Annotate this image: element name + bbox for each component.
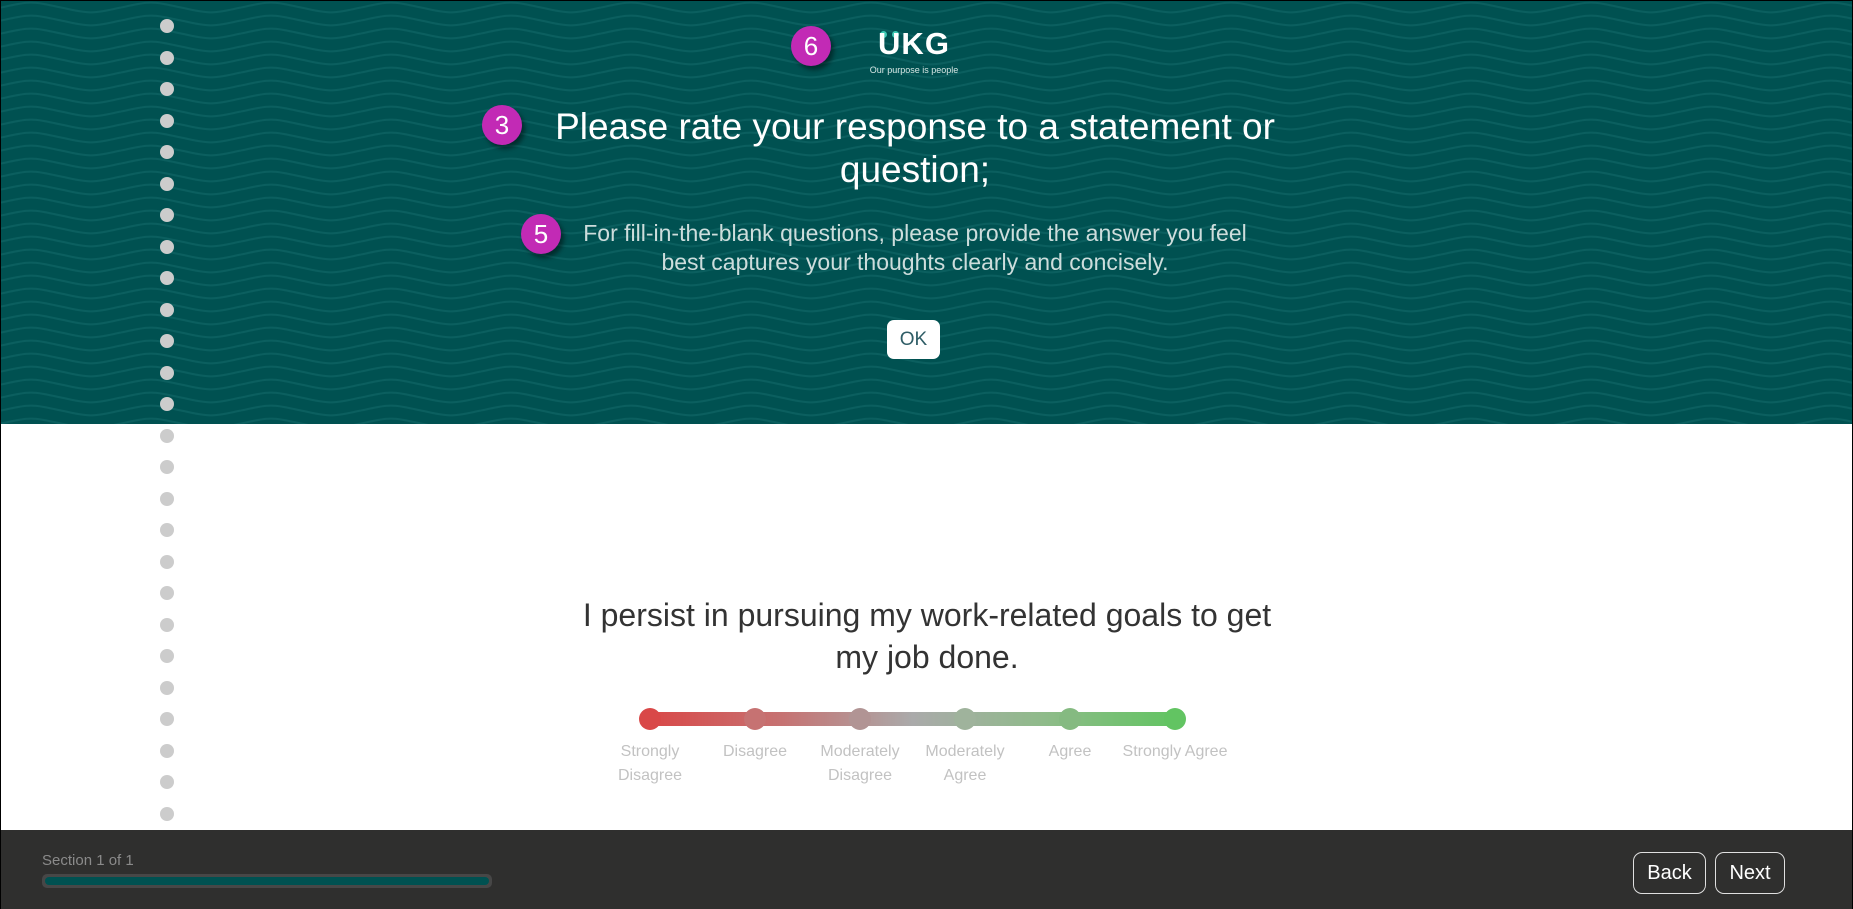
rail-dot — [160, 397, 174, 411]
rail-dot — [160, 271, 174, 285]
rail-dot — [160, 50, 174, 65]
rail-dot — [160, 176, 174, 191]
section-label: Section 1 of 1 — [42, 852, 134, 869]
ok-button[interactable]: OK — [887, 320, 940, 359]
rating-option-label: Strongly Agree — [1122, 743, 1228, 760]
rating-option-label: Moderately Disagree — [820, 743, 900, 784]
rail-dot — [160, 302, 174, 317]
logo-tagline: Our purpose is people — [869, 65, 959, 75]
rail-dot — [160, 680, 174, 695]
rail-dot — [160, 113, 174, 128]
rail-dot — [160, 82, 174, 96]
rail-dot — [160, 649, 174, 663]
rail-dot — [160, 145, 174, 159]
intro-title: Please rate your response to a statement… — [555, 106, 1275, 190]
rating-scale-track — [650, 712, 1175, 726]
rating-option-label: Agree — [1048, 743, 1092, 760]
back-button[interactable]: Back — [1633, 852, 1706, 894]
rail-dot — [160, 491, 174, 506]
question-progress-rail — [1, 1, 174, 821]
section-progress-bar — [42, 874, 492, 888]
rail-dot — [160, 19, 174, 33]
rating-option-label: Moderately Agree — [925, 743, 1005, 784]
rail-dot — [160, 617, 174, 632]
rail-dot — [160, 743, 174, 758]
question-text: I persist in pursuing my work-related go… — [582, 597, 1272, 675]
intro-banner: UKG Our purpose is people Please rate yo… — [1, 1, 1852, 424]
rail-dot — [160, 208, 174, 222]
rail-dot — [160, 775, 174, 789]
rating-option-strongly-agree[interactable] — [1164, 708, 1186, 730]
rating-option-label: Disagree — [722, 743, 788, 760]
annotation-badge-logo: 6 — [791, 26, 831, 66]
rail-dot — [160, 239, 174, 254]
rating-option-moderately-agree[interactable] — [954, 708, 976, 730]
rail-dot — [160, 554, 174, 569]
rating-option-disagree[interactable] — [744, 708, 766, 730]
rail-dot — [160, 523, 174, 537]
rail-dot — [160, 586, 174, 600]
annotation-badge-title: 3 — [482, 105, 522, 145]
intro-subtitle: For fill-in-the-blank questions, please … — [583, 220, 1247, 275]
next-button[interactable]: Next — [1715, 852, 1785, 894]
ukg-logo: UKG Our purpose is people — [862, 27, 966, 77]
logo-wordmark: UKG — [878, 26, 950, 61]
section-progress-fill — [45, 877, 489, 885]
rail-dot — [160, 334, 174, 348]
footer-bar: Section 1 of 1 Back Next — [1, 830, 1852, 909]
rating-option-agree[interactable] — [1059, 708, 1081, 730]
annotation-badge-subtitle: 5 — [521, 214, 561, 254]
rating-option-label: Strongly Disagree — [617, 743, 683, 784]
rail-dot — [160, 712, 174, 726]
rail-dot — [160, 460, 174, 474]
rating-option-moderately-disagree[interactable] — [849, 708, 871, 730]
rating-option-strongly-disagree[interactable] — [639, 708, 661, 730]
rail-dot — [160, 365, 174, 380]
rail-dot — [160, 428, 174, 443]
rail-dot — [160, 806, 174, 821]
